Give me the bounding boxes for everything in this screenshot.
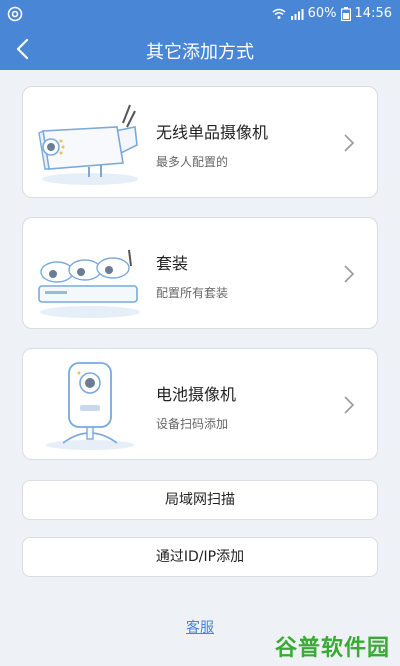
signal-icon [290,8,304,20]
watermark: 谷普软件园 [274,636,390,661]
card-title: 电池摄像机 [156,385,237,404]
status-bar: 60% 14:56 [0,0,400,28]
card-description: 设备扫码添加 [156,417,229,431]
chevron-right-icon [344,265,355,283]
card-title: 无线单品摄像机 [156,123,269,142]
card-description: 配置所有套装 [156,286,229,300]
card-wireless-camera[interactable]: 无线单品摄像机 最多人配置的 [22,86,378,198]
chevron-right-icon [344,134,355,152]
chevron-right-icon [344,396,355,414]
lan-scan-button[interactable]: 局域网扫描 [22,480,378,520]
wifi-icon [272,8,286,19]
header: 其它添加方式 [0,28,400,70]
card-title: 套装 [156,254,189,273]
battery-camera-icon [46,362,134,450]
add-by-id-ip-button[interactable]: 通过ID/IP添加 [22,537,378,577]
card-battery-camera[interactable]: 电池摄像机 设备扫码添加 [22,348,378,460]
battery-percent: 60% [307,6,337,21]
card-kit[interactable]: 套装 配置所有套装 [22,217,378,329]
battery-icon [340,6,351,21]
app-notification-icon [7,6,23,22]
card-description: 最多人配置的 [156,155,229,169]
bullet-camera-icon [38,104,138,185]
page-title: 其它添加方式 [146,42,254,63]
status-right: 60% 14:56 [272,6,392,21]
camera-kit-icon [38,249,140,318]
clock: 14:56 [354,6,392,21]
